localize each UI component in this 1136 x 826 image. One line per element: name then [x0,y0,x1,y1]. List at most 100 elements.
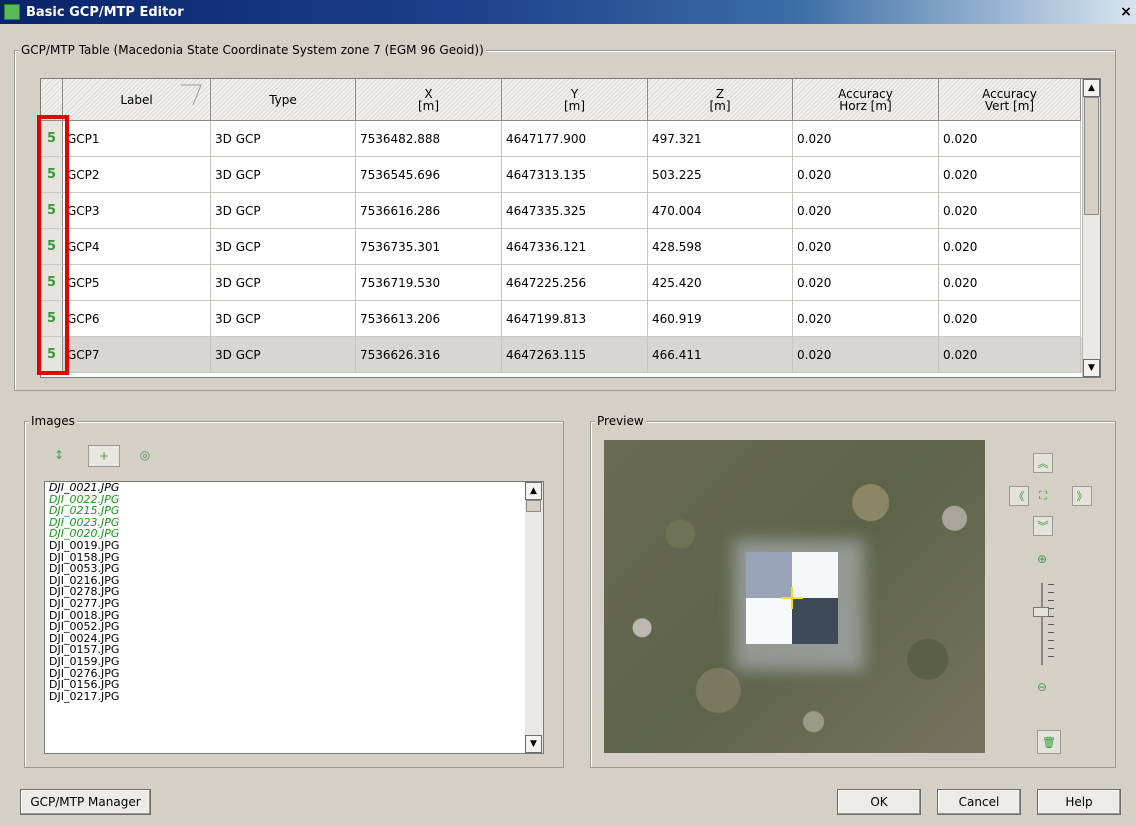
cell-accuracy-vert[interactable]: 0.020 [939,193,1081,229]
list-item[interactable]: DJI_0215.JPG [45,505,543,517]
pan-down-button[interactable]: ︾ [1033,516,1053,536]
cell-accuracy-horz[interactable]: 0.020 [793,301,939,337]
image-scroll-up-button[interactable]: ▲ [525,482,542,500]
cancel-button[interactable]: Cancel [937,789,1021,815]
cell-y[interactable]: 4647263.115 [502,337,648,373]
cell-accuracy-vert[interactable]: 0.020 [939,265,1081,301]
marked-filter-icon[interactable]: + [88,445,120,467]
list-item[interactable]: DJI_0024.JPG [45,633,543,645]
cell-accuracy-vert[interactable]: 0.020 [939,301,1081,337]
list-item[interactable]: DJI_0023.JPG [45,517,543,529]
zoom-out-icon[interactable]: ⊖ [1037,680,1047,694]
pan-up-button[interactable]: ︽ [1033,453,1053,473]
ok-button[interactable]: OK [837,789,921,815]
col-header-z[interactable]: Z [m] [648,79,793,121]
list-item[interactable]: DJI_0276.JPG [45,667,543,680]
table-row[interactable]: 5 GCP3 3D GCP 7536616.286 4647335.325 470.004… [41,193,1100,229]
col-header-accuracy-vert[interactable]: Accuracy Vert [m] [939,79,1081,121]
cell-accuracy-horz[interactable]: 0.020 [793,157,939,193]
cell-type[interactable]: 3D GCP [211,301,356,337]
col-header-label[interactable]: Label [63,79,211,121]
col-header-type[interactable]: Type [211,79,356,121]
zoom-slider-track[interactable] [1041,583,1043,665]
list-item[interactable]: DJI_0020.JPG [45,528,543,540]
list-item[interactable]: DJI_0022.JPG [45,493,543,506]
cell-label[interactable]: GCP1 [63,121,211,157]
cell-y[interactable]: 4647336.121 [502,229,648,265]
help-button[interactable]: Help [1037,789,1121,815]
col-header-accuracy-horz[interactable]: Accuracy Horz [m] [793,79,939,121]
table-scroll-thumb[interactable] [1084,97,1099,215]
cell-accuracy-horz[interactable]: 0.020 [793,229,939,265]
col-header-x[interactable]: X [m] [356,79,502,121]
cell-accuracy-vert[interactable]: 0.020 [939,157,1081,193]
list-item[interactable]: DJI_0159.JPG [45,656,543,668]
cell-z[interactable]: 503.225 [648,157,793,193]
preview-image[interactable] [604,440,985,753]
image-list[interactable]: DJI_0021.JPG DJI_0022.JPG DJI_0215.JPG DJI_… [44,481,544,754]
sort-icon[interactable]: ↕ [50,446,68,464]
pan-right-button[interactable]: 》 [1072,486,1092,506]
table-row[interactable]: 5 GCP2 3D GCP 7536545.696 4647313.135 503.225… [41,157,1100,193]
cell-x[interactable]: 7536719.530 [356,265,502,301]
table-scroll-down-button[interactable]: ▼ [1083,359,1100,377]
cell-y[interactable]: 4647335.325 [502,193,648,229]
camera-filter-icon[interactable]: ◎ [136,446,154,464]
cell-y[interactable]: 4647313.135 [502,157,648,193]
close-button[interactable]: × [1118,4,1134,20]
cell-accuracy-vert[interactable]: 0.020 [939,121,1081,157]
cell-accuracy-horz[interactable]: 0.020 [793,265,939,301]
cell-y[interactable]: 4647199.813 [502,301,648,337]
fit-view-button[interactable]: ⛶ [1033,486,1053,506]
cell-label[interactable]: GCP4 [63,229,211,265]
image-scroll-thumb[interactable] [526,500,541,512]
cell-z[interactable]: 460.919 [648,301,793,337]
table-scrollbar[interactable]: ▲ ▼ [1082,79,1100,377]
list-item[interactable]: DJI_0018.JPG [45,609,543,622]
cell-y[interactable]: 4647225.256 [502,265,648,301]
list-item[interactable]: DJI_0021.JPG [45,482,543,494]
list-item[interactable]: DJI_0278.JPG [45,586,543,598]
cell-type[interactable]: 3D GCP [211,121,356,157]
list-item[interactable]: DJI_0277.JPG [45,598,543,610]
cell-type[interactable]: 3D GCP [211,193,356,229]
gcp-manager-button[interactable]: GCP/MTP Manager [20,789,151,815]
cell-type[interactable]: 3D GCP [211,157,356,193]
image-scroll-down-button[interactable]: ▼ [525,735,542,753]
cell-accuracy-horz[interactable]: 0.020 [793,337,939,373]
table-row[interactable]: 5 GCP7 3D GCP 7536626.316 4647263.115 466.411… [41,337,1100,373]
cell-x[interactable]: 7536482.888 [356,121,502,157]
table-row[interactable]: 5 GCP5 3D GCP 7536719.530 4647225.256 425.420… [41,265,1100,301]
cell-type[interactable]: 3D GCP [211,265,356,301]
cell-z[interactable]: 466.411 [648,337,793,373]
list-item[interactable]: DJI_0157.JPG [45,644,543,656]
cell-x[interactable]: 7536613.206 [356,301,502,337]
table-row[interactable]: 5 GCP6 3D GCP 7536613.206 4647199.813 460.919… [41,301,1100,337]
zoom-slider-thumb[interactable] [1033,607,1049,617]
cell-y[interactable]: 4647177.900 [502,121,648,157]
cell-label[interactable]: GCP6 [63,301,211,337]
image-list-scrollbar[interactable]: ▲ ▼ [525,482,543,753]
cell-z[interactable]: 470.004 [648,193,793,229]
cell-x[interactable]: 7536545.696 [356,157,502,193]
cell-type[interactable]: 3D GCP [211,337,356,373]
pan-left-button[interactable]: 《 [1009,486,1029,506]
cell-label[interactable]: GCP5 [63,265,211,301]
list-item[interactable]: DJI_0156.JPG [45,679,543,691]
col-header-y[interactable]: Y [m] [502,79,648,121]
list-item[interactable]: DJI_0158.JPG [45,551,543,564]
cell-label[interactable]: GCP7 [63,337,211,373]
cell-x[interactable]: 7536616.286 [356,193,502,229]
cell-z[interactable]: 428.598 [648,229,793,265]
cell-label[interactable]: GCP3 [63,193,211,229]
cell-accuracy-horz[interactable]: 0.020 [793,121,939,157]
list-item[interactable]: DJI_0053.JPG [45,563,543,575]
delete-mark-button[interactable]: 🗑 [1037,730,1061,754]
cell-accuracy-vert[interactable]: 0.020 [939,229,1081,265]
list-item[interactable]: DJI_0217.JPG [45,691,543,703]
cell-x[interactable]: 7536626.316 [356,337,502,373]
cell-z[interactable]: 497.321 [648,121,793,157]
table-row[interactable]: 5 GCP1 3D GCP 7536482.888 4647177.900 497.321… [41,121,1100,157]
zoom-in-icon[interactable]: ⊕ [1037,552,1047,566]
table-scroll-up-button[interactable]: ▲ [1083,79,1100,97]
